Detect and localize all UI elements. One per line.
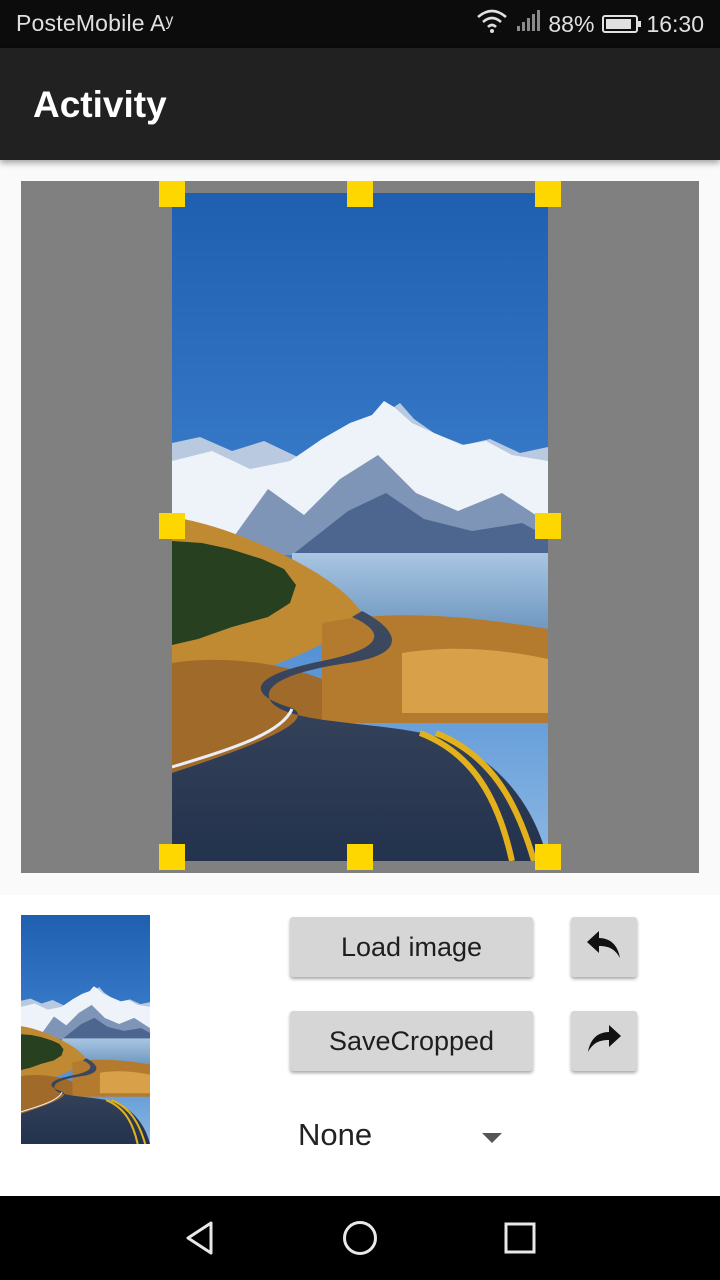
crop-view[interactable] [21,181,699,873]
carrier-name: PosteMobile Aʸ [16,10,174,36]
signal-icon [516,10,541,38]
spinner-selected-value: None [298,1117,373,1152]
undo-button[interactable] [571,917,637,977]
dropdown-arrow-icon [482,1133,502,1143]
crop-handle-top-right[interactable] [535,181,561,207]
save-cropped-button[interactable]: SaveCropped [290,1011,533,1071]
back-triangle-icon[interactable] [178,1216,222,1260]
battery-icon [602,15,642,33]
app-bar: Activity [0,48,720,160]
crop-image [172,193,548,861]
page-title: Activity [33,84,167,125]
redo-button[interactable] [571,1011,637,1071]
battery-percent: 88% [548,10,595,37]
crop-handle-top-left[interactable] [159,181,185,207]
navigation-bar [0,1196,720,1280]
recents-square-icon[interactable] [498,1216,542,1260]
status-icons: 88% 16:30 [468,8,704,40]
cropped-preview-thumbnail [21,915,150,1144]
crop-handle-bottom-left[interactable] [159,844,185,870]
wifi-icon [476,8,508,40]
crop-handle-bottom-right[interactable] [535,844,561,870]
undo-arrow-icon [585,929,623,966]
crop-handle-middle-left[interactable] [159,513,185,539]
redo-arrow-icon [585,1023,623,1060]
crop-handle-top-center[interactable] [347,181,373,207]
load-image-button[interactable]: Load image [290,917,533,977]
home-circle-icon[interactable] [338,1216,382,1260]
clock: 16:30 [646,10,704,37]
status-bar: PosteMobile Aʸ 88% 16:30 [0,0,720,48]
crop-handle-bottom-center[interactable] [347,844,373,870]
crop-handle-middle-right[interactable] [535,513,561,539]
filter-spinner[interactable]: None [290,1105,520,1165]
controls-panel: Load image SaveCropped None [0,895,720,1196]
